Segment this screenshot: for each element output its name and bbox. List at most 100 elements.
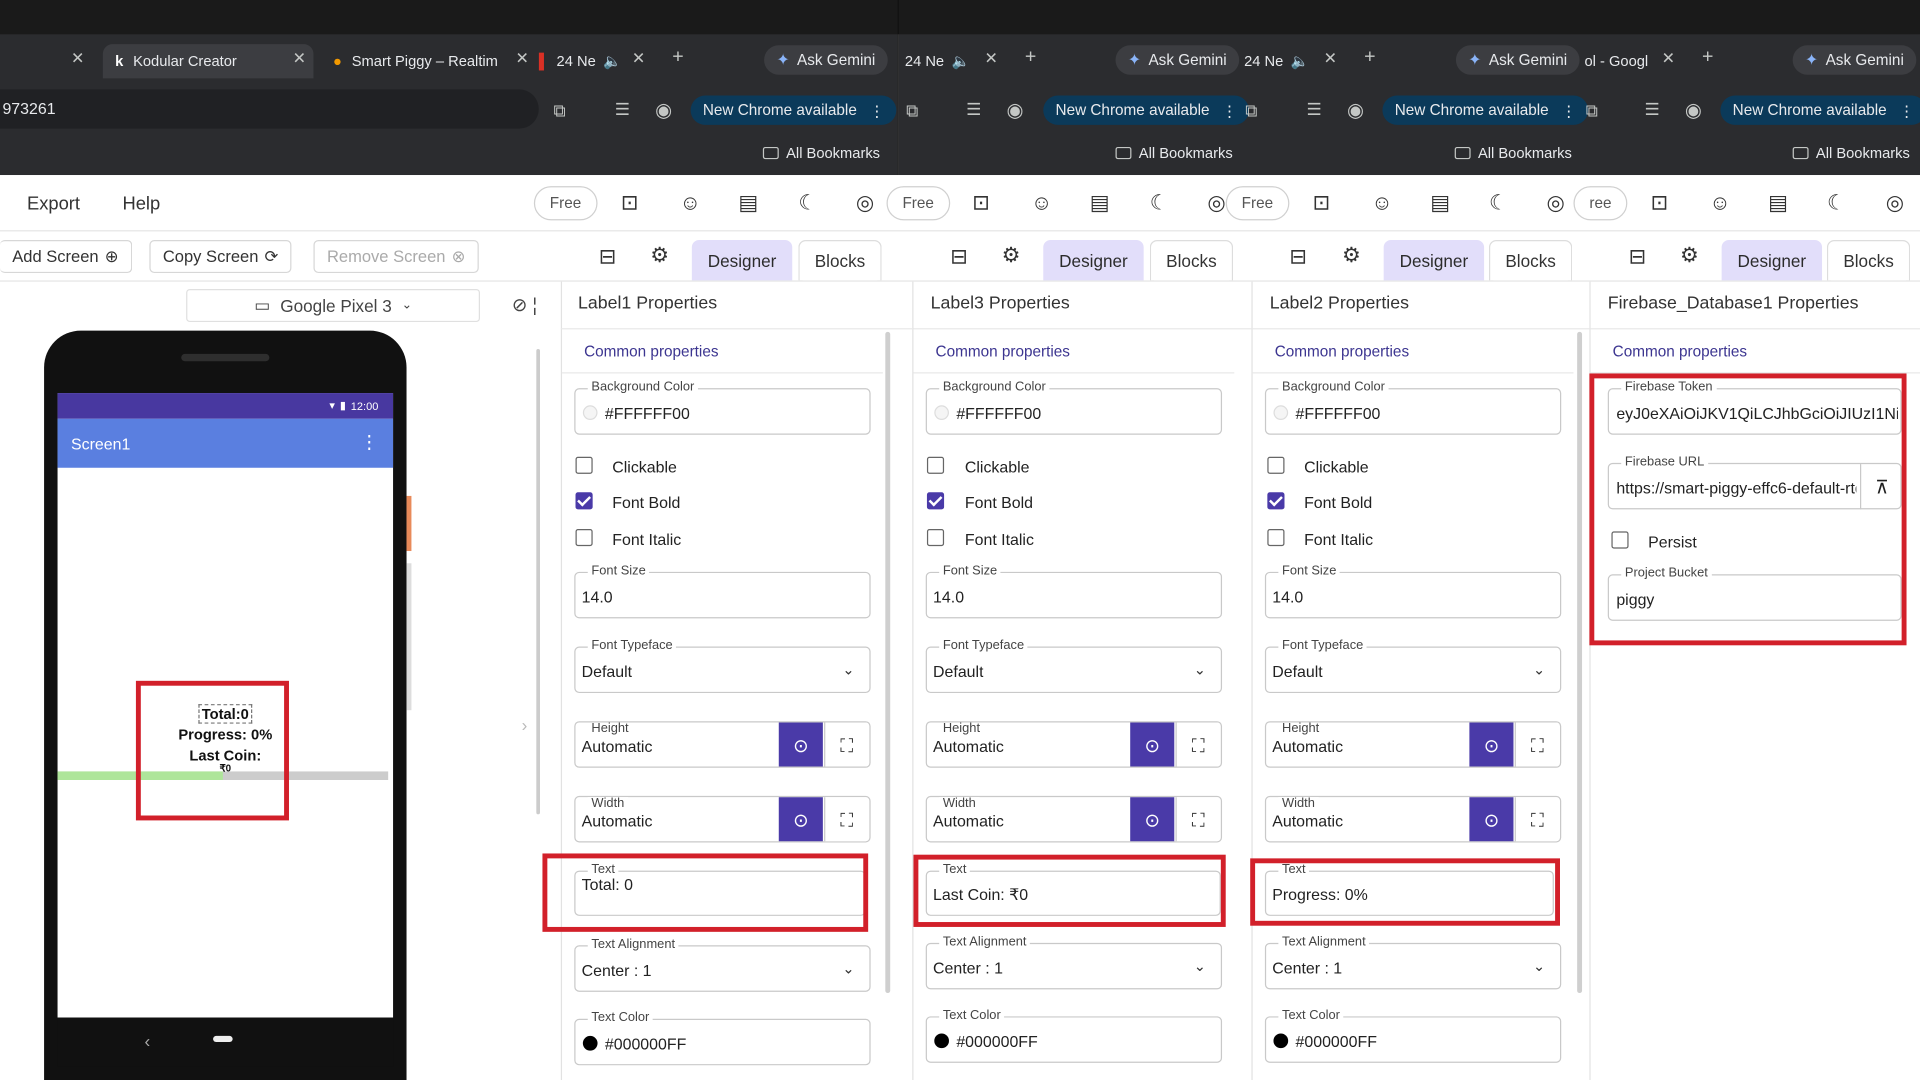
designer-tab[interactable]: Designer xyxy=(1043,240,1144,281)
profile-avatar-icon[interactable]: ◉ xyxy=(1007,98,1024,122)
width-field[interactable]: Width Automatic ⊙ ⛶ xyxy=(925,795,1223,843)
visibility-off-icon[interactable]: ⊘ ¦ xyxy=(512,294,537,316)
docs-icon[interactable]: ▤ xyxy=(1768,191,1788,215)
new-chrome-button[interactable]: New Chrome available ⋮ xyxy=(1043,95,1250,125)
all-bookmarks-button[interactable]: All Bookmarks xyxy=(1115,144,1233,162)
height-field[interactable]: Height Automatic ⊙ ⛶ xyxy=(574,721,871,768)
dark-mode-icon[interactable]: ☾ xyxy=(1489,191,1508,215)
ask-gemini-button[interactable]: ✦ Ask Gemini xyxy=(764,45,888,75)
blocks-tab[interactable]: Blocks xyxy=(1826,240,1911,281)
back-nav-icon[interactable]: ‹ xyxy=(144,1031,150,1051)
text-color-field[interactable]: Text Color #000000FF xyxy=(1264,1007,1562,1063)
new-chrome-button[interactable]: New Chrome available ⋮ xyxy=(690,95,897,125)
tab-search-icon[interactable]: ⧉ xyxy=(553,100,565,121)
panel-scrollbar[interactable] xyxy=(885,331,891,994)
clickable-checkbox[interactable] xyxy=(1267,456,1285,474)
font-size-field[interactable]: Font Size 14.0 xyxy=(1264,563,1562,619)
gallery-icon[interactable]: ⊡ xyxy=(1651,191,1668,215)
export-menu[interactable]: Export xyxy=(27,193,80,214)
fill-parent-icon[interactable]: ⛶ xyxy=(824,722,869,767)
palette-icon[interactable]: ☺ xyxy=(1709,191,1730,215)
text-alignment-select[interactable]: Text Alignment Center : 1 ⌄ xyxy=(925,934,1223,990)
copy-screen-button[interactable]: Copy Screen ⟳ xyxy=(149,240,292,274)
font-italic-checkbox[interactable] xyxy=(575,528,593,547)
dark-mode-icon[interactable]: ☾ xyxy=(1150,191,1169,215)
text-color-field[interactable]: Text Color #000000FF xyxy=(925,1007,1223,1063)
reading-list-icon[interactable]: ☰ xyxy=(966,99,981,120)
settings-icon[interactable]: ⚙ xyxy=(1680,244,1699,268)
account-icon[interactable]: ◎ xyxy=(1547,191,1565,215)
gallery-icon[interactable]: ⊡ xyxy=(972,191,989,215)
tab-smart-piggy[interactable]: ● Smart Piggy – Realtim xyxy=(333,44,517,78)
fill-parent-icon[interactable]: ⛶ xyxy=(1514,722,1559,767)
docs-icon[interactable]: ▤ xyxy=(1090,191,1110,215)
docs-icon[interactable]: ▤ xyxy=(1430,191,1450,215)
panel-scrollbar[interactable] xyxy=(1577,331,1583,994)
account-icon[interactable]: ◎ xyxy=(856,191,874,215)
profile-avatar-icon[interactable]: ◉ xyxy=(655,98,672,122)
tab-search-icon[interactable]: ⧉ xyxy=(1586,100,1598,121)
fill-parent-icon[interactable]: ⛶ xyxy=(824,797,869,842)
font-typeface-select[interactable]: Font Typeface Default ⌄ xyxy=(925,637,1223,694)
add-screen-button[interactable]: Add Screen ⊕ xyxy=(0,240,133,274)
background-color-field[interactable]: Background Color #FFFFFF00 xyxy=(1264,379,1562,435)
new-tab-icon[interactable]: + xyxy=(1364,47,1375,69)
font-bold-checkbox[interactable] xyxy=(575,492,593,510)
text-alignment-select[interactable]: Text Alignment Center : 1 ⌄ xyxy=(574,936,871,992)
height-field[interactable]: Height Automatic ⊙ ⛶ xyxy=(1264,721,1562,768)
font-italic-checkbox[interactable] xyxy=(926,528,945,547)
clickable-checkbox[interactable] xyxy=(926,456,945,474)
width-field[interactable]: Width Automatic ⊙ ⛶ xyxy=(1264,795,1562,843)
settings-icon[interactable]: ⚙ xyxy=(650,244,669,268)
font-size-field[interactable]: Font Size 14.0 xyxy=(925,563,1223,619)
new-tab-icon[interactable]: + xyxy=(1702,47,1713,69)
settings-icon[interactable]: ⚙ xyxy=(1002,244,1021,268)
fit-icon[interactable]: ⊙ xyxy=(778,722,823,767)
free-plan-button[interactable]: Free xyxy=(533,186,598,221)
close-tab-icon[interactable]: ✕ xyxy=(1324,49,1337,69)
fit-icon[interactable]: ⊙ xyxy=(1469,722,1514,767)
palette-icon[interactable]: ☺ xyxy=(1371,191,1392,215)
blocks-tab[interactable]: Blocks xyxy=(1149,240,1234,281)
close-tab-icon[interactable]: ✕ xyxy=(1662,49,1675,69)
fit-icon[interactable]: ⊙ xyxy=(1469,797,1514,842)
reading-list-icon[interactable]: ☰ xyxy=(615,99,630,120)
text-color-field[interactable]: Text Color #000000FF xyxy=(574,1010,871,1066)
all-bookmarks-button[interactable]: All Bookmarks xyxy=(1454,144,1572,162)
font-bold-checkbox[interactable] xyxy=(1267,492,1285,510)
tab-search-icon[interactable]: ⧉ xyxy=(1245,100,1257,121)
fit-icon[interactable]: ⊙ xyxy=(1130,722,1175,767)
remove-screen-button[interactable]: Remove Screen ⊗ xyxy=(313,240,479,274)
ask-gemini-button[interactable]: ✦ Ask Gemini xyxy=(1455,45,1580,75)
preview-icon[interactable]: ⊟ xyxy=(599,245,616,269)
close-tab-icon[interactable]: ✕ xyxy=(632,49,645,69)
fill-parent-icon[interactable]: ⛶ xyxy=(1514,797,1559,842)
height-field[interactable]: Height Automatic ⊙ ⛶ xyxy=(925,721,1223,768)
clickable-checkbox[interactable] xyxy=(575,456,593,474)
designer-tab[interactable]: Designer xyxy=(1721,240,1823,281)
new-tab-icon[interactable]: + xyxy=(1025,47,1036,69)
reading-list-icon[interactable]: ☰ xyxy=(1644,99,1659,120)
home-nav-icon[interactable] xyxy=(213,1035,233,1043)
account-icon[interactable]: ◎ xyxy=(1207,191,1225,215)
new-chrome-button[interactable]: New Chrome available ⋮ xyxy=(1720,95,1920,125)
close-tab-icon[interactable]: ✕ xyxy=(71,49,84,69)
tab-news[interactable]: ▌ 24 Ne 🔈 xyxy=(539,44,625,78)
profile-avatar-icon[interactable]: ◉ xyxy=(1685,98,1702,122)
preview-scrollbar[interactable] xyxy=(536,348,541,815)
background-color-field[interactable]: Background Color #FFFFFF00 xyxy=(925,379,1223,435)
tab-google[interactable]: ol - Googl xyxy=(1584,44,1657,78)
close-tab-icon[interactable]: ✕ xyxy=(984,49,997,69)
docs-icon[interactable]: ▤ xyxy=(738,191,758,215)
ask-gemini-button[interactable]: ✦ Ask Gemini xyxy=(1115,45,1239,75)
tab-news[interactable]: 24 Ne 🔈 xyxy=(905,44,978,78)
tab-kodular[interactable]: k Kodular Creator xyxy=(102,44,314,79)
dark-mode-icon[interactable]: ☾ xyxy=(1827,191,1846,215)
text-alignment-select[interactable]: Text Alignment Center : 1 ⌄ xyxy=(1264,934,1562,990)
tab-search-icon[interactable]: ⧉ xyxy=(906,100,918,121)
palette-icon[interactable]: ☺ xyxy=(680,191,701,215)
profile-avatar-icon[interactable]: ◉ xyxy=(1347,98,1364,122)
blocks-tab[interactable]: Blocks xyxy=(1488,240,1573,281)
font-typeface-select[interactable]: Font Typeface Default ⌄ xyxy=(574,637,871,694)
all-bookmarks-button[interactable]: All Bookmarks xyxy=(1792,144,1910,162)
